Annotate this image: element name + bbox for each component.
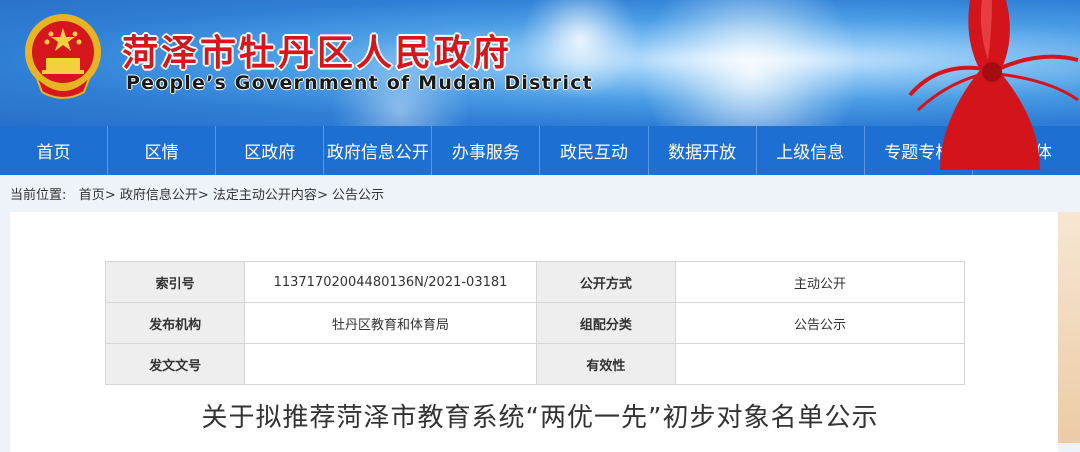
nav-item-district-info[interactable]: 区情: [108, 126, 217, 175]
national-emblem-icon: [25, 14, 101, 99]
document-title: 关于拟推荐菏泽市教育系统“两优一先”初步对象名单公示: [201, 403, 879, 433]
table-row: 索引号 11371702004480136N/2021-03181 公开方式 主…: [104, 261, 966, 303]
nav-item-gov-info-disclosure[interactable]: 政府信息公开: [324, 126, 433, 175]
nav-item-district-government[interactable]: 区政府: [216, 126, 325, 175]
nav-item-interaction[interactable]: 政民互动: [540, 126, 649, 175]
breadcrumb-link-statutory[interactable]: 法定主动公开内容: [213, 188, 317, 203]
nav-item-higher-level-info[interactable]: 上级信息: [757, 126, 865, 175]
nav-item-open-data[interactable]: 数据开放: [649, 126, 757, 175]
site-title: 菏泽市牡丹区人民政府: [122, 33, 513, 74]
category-value: 公告公示: [674, 302, 966, 344]
header-flower-decoration: [640, 0, 860, 126]
site-subtitle: People’s Government of Mudan District: [126, 72, 593, 94]
breadcrumb-link-announcements[interactable]: 公告公示: [332, 188, 384, 203]
issuing-org-value: 牡丹区教育和体育局: [244, 302, 537, 344]
issuing-org-label: 发布机构: [104, 302, 246, 344]
breadcrumb-separator: >: [104, 188, 116, 203]
breadcrumb: 当前位置: 首页> 政府信息公开> 法定主动公开内容> 公告公示: [10, 184, 384, 203]
breadcrumb-link-home[interactable]: 首页: [79, 188, 105, 203]
breadcrumb-separator: >: [197, 188, 209, 203]
index-number-value: 11371702004480136N/2021-03181: [244, 261, 537, 303]
validity-value: [674, 343, 966, 385]
breadcrumb-label: 当前位置:: [10, 188, 67, 203]
table-row: 发文文号 有效性: [104, 343, 966, 385]
nav-item-services[interactable]: 办事服务: [432, 126, 541, 175]
peony-sculpture-decoration: [908, 0, 1079, 170]
table-row: 发布机构 牡丹区教育和体育局 组配分类 公告公示: [104, 302, 966, 344]
breadcrumb-separator: >: [316, 188, 328, 203]
index-number-label: 索引号: [104, 261, 246, 303]
document-meta-table: 索引号 11371702004480136N/2021-03181 公开方式 主…: [104, 261, 966, 385]
disclosure-method-value: 主动公开: [674, 261, 966, 303]
document-number-value: [244, 343, 537, 385]
document-number-label: 发文文号: [104, 343, 246, 385]
nav-item-home[interactable]: 首页: [0, 126, 109, 175]
disclosure-method-label: 公开方式: [535, 261, 676, 303]
category-label: 组配分类: [535, 302, 676, 344]
breadcrumb-link-gov-info[interactable]: 政府信息公开: [120, 188, 198, 203]
validity-label: 有效性: [535, 343, 676, 385]
